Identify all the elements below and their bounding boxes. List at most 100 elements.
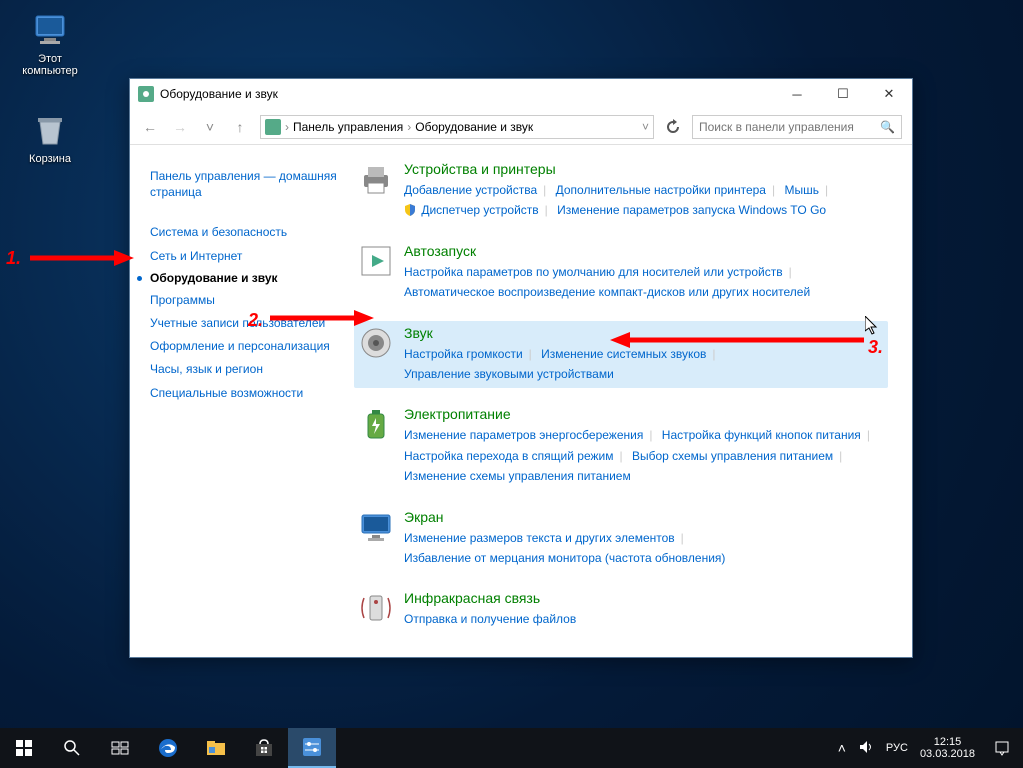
forward-button[interactable]: →	[170, 119, 190, 135]
taskbar-explorer[interactable]	[192, 728, 240, 768]
link-power-settings[interactable]: Изменение параметров энергосбережения	[404, 428, 643, 442]
category-infrared: Инфракрасная связь Отправка и получение …	[354, 586, 888, 633]
search-box[interactable]: 🔍	[692, 115, 902, 139]
arrow-2	[270, 308, 374, 328]
desktop-icon-this-pc[interactable]: Этот компьютер	[12, 10, 88, 77]
window-title: Оборудование и звук	[160, 87, 774, 101]
autoplay-icon	[358, 243, 394, 279]
start-button[interactable]	[0, 728, 48, 768]
infrared-icon	[358, 590, 394, 626]
link-power-plan[interactable]: Выбор схемы управления питанием	[632, 449, 833, 463]
link-windows-togo[interactable]: Изменение параметров запуска Windows TO …	[557, 203, 826, 217]
taskbar: ˄ РУС 12:15 03.03.2018	[0, 728, 1023, 768]
category-title[interactable]: Экран	[404, 509, 884, 525]
breadcrumb-item[interactable]: Панель управления	[293, 120, 403, 134]
navigation-bar: ← → ˅ ↑ › Панель управления › Оборудован…	[130, 109, 912, 145]
printer-icon	[358, 161, 394, 197]
chevron-right-icon: ›	[407, 120, 411, 134]
sidebar: Панель управления — домашняя страница Си…	[130, 145, 346, 657]
link-change-plan[interactable]: Изменение схемы управления питанием	[404, 469, 631, 483]
recycle-bin-icon	[30, 110, 70, 150]
arrow-1	[30, 248, 134, 268]
close-button[interactable]: ✕	[866, 79, 912, 109]
sidebar-item-appearance[interactable]: Оформление и персонализация	[150, 338, 337, 354]
control-panel-icon	[265, 119, 281, 135]
annotation-2: 2.	[248, 310, 263, 331]
sidebar-item-hardware[interactable]: Оборудование и звук	[150, 271, 337, 285]
titlebar: Оборудование и звук ─ ☐ ✕	[130, 79, 912, 109]
chevron-right-icon: ›	[285, 120, 289, 134]
category-devices: Устройства и принтеры Добавление устройс…	[354, 157, 888, 225]
breadcrumb-item[interactable]: Оборудование и звук	[415, 120, 533, 134]
link-send-files[interactable]: Отправка и получение файлов	[404, 612, 576, 626]
link-media-defaults[interactable]: Настройка параметров по умолчанию для но…	[404, 265, 783, 279]
search-button[interactable]	[48, 728, 96, 768]
link-device-manager[interactable]: Диспетчер устройств	[421, 203, 538, 217]
link-volume[interactable]: Настройка громкости	[404, 347, 523, 361]
cursor-icon	[865, 316, 881, 336]
category-links: Отправка и получение файлов	[404, 609, 884, 629]
refresh-button[interactable]	[664, 118, 682, 136]
taskbar-edge[interactable]	[144, 728, 192, 768]
category-title[interactable]: Устройства и принтеры	[404, 161, 884, 177]
control-panel-icon	[138, 86, 154, 102]
recent-dropdown[interactable]: ˅	[200, 119, 220, 135]
desktop-icon-label: Этот компьютер	[22, 53, 77, 77]
minimize-button[interactable]: ─	[774, 79, 820, 109]
sidebar-item-accessibility[interactable]: Специальные возможности	[150, 385, 337, 401]
control-panel-window: Оборудование и звук ─ ☐ ✕ ← → ˅ ↑ › Пане…	[129, 78, 913, 658]
battery-icon	[358, 406, 394, 442]
bullet-icon	[137, 276, 142, 281]
speaker-icon	[358, 325, 394, 361]
sidebar-item-programs[interactable]: Программы	[150, 292, 337, 308]
back-button[interactable]: ←	[140, 119, 160, 135]
search-input[interactable]	[699, 120, 880, 134]
tray-language[interactable]: РУС	[880, 742, 914, 754]
sidebar-item-clock[interactable]: Часы, язык и регион	[150, 361, 337, 377]
category-links: Настройка параметров по умолчанию для но…	[404, 262, 884, 303]
category-title[interactable]: Автозапуск	[404, 243, 884, 259]
computer-icon	[30, 10, 70, 50]
tray-date: 03.03.2018	[920, 748, 975, 760]
task-view-button[interactable]	[96, 728, 144, 768]
link-text-size[interactable]: Изменение размеров текста и других элеме…	[404, 531, 675, 545]
annotation-1: 1.	[6, 248, 21, 269]
tray-notifications[interactable]	[981, 728, 1023, 768]
chevron-down-icon[interactable]: ˅	[642, 120, 649, 134]
monitor-icon	[358, 509, 394, 545]
link-printer-settings[interactable]: Дополнительные настройки принтера	[556, 183, 766, 197]
main-content: Устройства и принтеры Добавление устройс…	[346, 145, 912, 657]
link-add-device[interactable]: Добавление устройства	[404, 183, 537, 197]
category-links: Добавление устройства| Дополнительные на…	[404, 180, 884, 221]
category-display: Экран Изменение размеров текста и других…	[354, 505, 888, 573]
system-tray: ˄ РУС 12:15 03.03.2018	[832, 728, 1023, 768]
up-button[interactable]: ↑	[230, 119, 250, 135]
category-links: Изменение размеров текста и других элеме…	[404, 528, 884, 569]
tray-clock[interactable]: 12:15 03.03.2018	[914, 728, 981, 768]
link-manage-audio[interactable]: Управление звуковыми устройствами	[404, 367, 614, 381]
maximize-button[interactable]: ☐	[820, 79, 866, 109]
annotation-3: 3.	[868, 337, 883, 358]
sidebar-item-network[interactable]: Сеть и Интернет	[150, 248, 337, 264]
category-power: Электропитание Изменение параметров энер…	[354, 402, 888, 490]
breadcrumb[interactable]: › Панель управления › Оборудование и зву…	[260, 115, 654, 139]
taskbar-store[interactable]	[240, 728, 288, 768]
category-title[interactable]: Инфракрасная связь	[404, 590, 884, 606]
link-sleep[interactable]: Настройка перехода в спящий режим	[404, 449, 613, 463]
shield-icon	[404, 202, 416, 214]
desktop-icon-recycle[interactable]: Корзина	[12, 110, 88, 165]
link-cd-autoplay[interactable]: Автоматическое воспроизведение компакт-д…	[404, 285, 810, 299]
category-autoplay: Автозапуск Настройка параметров по умолч…	[354, 239, 888, 307]
tray-chevron-up-icon[interactable]: ˄	[832, 740, 852, 756]
search-icon: 🔍	[880, 120, 895, 134]
desktop-icon-label: Корзина	[29, 153, 71, 165]
sidebar-home-link[interactable]: Панель управления — домашняя страница	[150, 168, 337, 200]
category-title[interactable]: Электропитание	[404, 406, 884, 422]
sidebar-item-system[interactable]: Система и безопасность	[150, 224, 337, 240]
link-mouse[interactable]: Мышь	[784, 183, 819, 197]
taskbar-control-panel[interactable]	[288, 728, 336, 768]
link-refresh-rate[interactable]: Избавление от мерцания монитора (частота…	[404, 551, 725, 565]
link-power-buttons[interactable]: Настройка функций кнопок питания	[662, 428, 861, 442]
tray-volume-icon[interactable]	[852, 739, 880, 758]
category-links: Изменение параметров энергосбережения| Н…	[404, 425, 884, 486]
